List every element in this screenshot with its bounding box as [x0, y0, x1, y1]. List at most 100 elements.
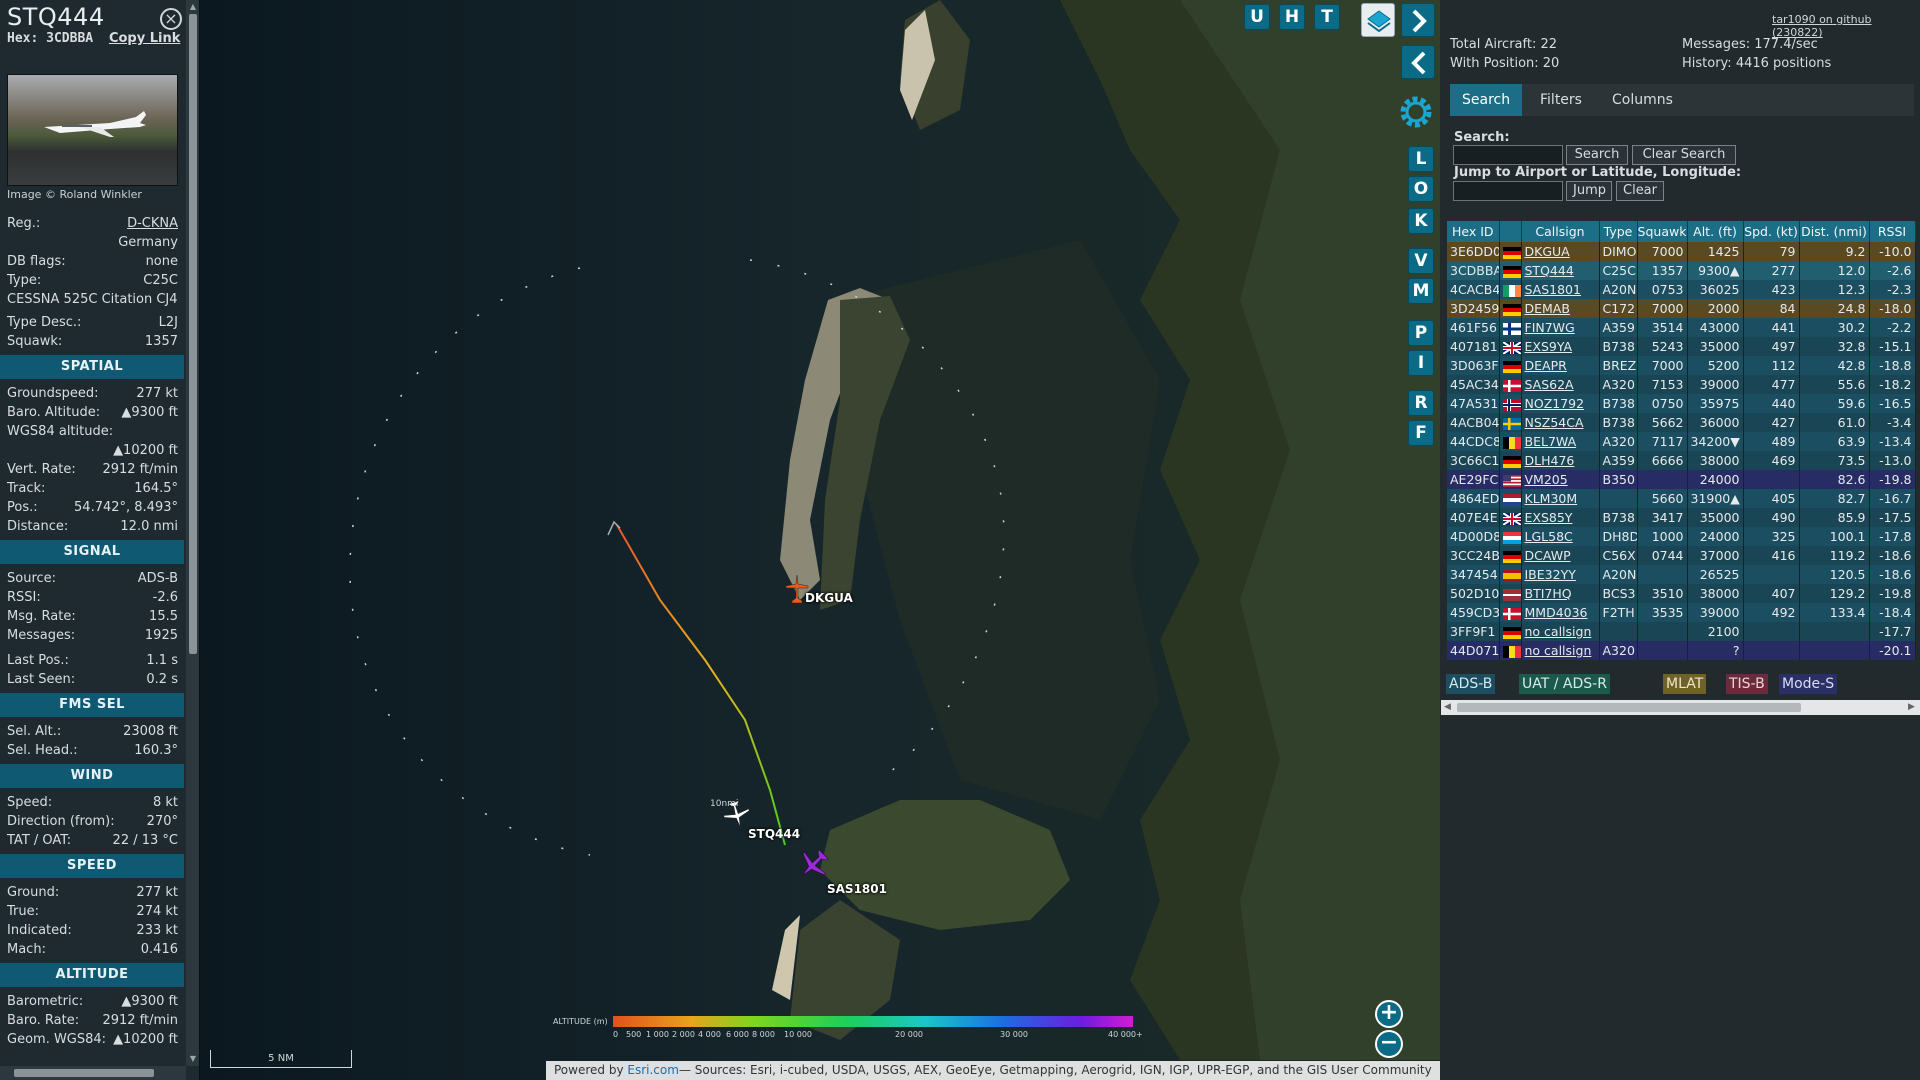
map-button-m[interactable]: M — [1408, 278, 1434, 304]
zoom-out-button[interactable]: − — [1375, 1030, 1403, 1058]
esri-link[interactable]: Esri.com — [627, 1063, 679, 1077]
tab-search[interactable]: Search — [1450, 84, 1522, 116]
close-icon[interactable]: × — [160, 8, 182, 30]
scroll-thumb[interactable] — [1457, 703, 1801, 712]
map-button-l[interactable]: L — [1408, 146, 1434, 172]
callsign-link[interactable]: SAS62A — [1525, 377, 1574, 392]
table-row[interactable]: 461F56 FIN7WG A359 3514 43000 441 30.2 -2.2 — [1447, 318, 1916, 337]
column-header[interactable]: Spd. (kt) — [1743, 221, 1800, 242]
column-header[interactable]: Hex ID — [1447, 221, 1500, 242]
callsign-link[interactable]: EXS9YA — [1525, 339, 1573, 354]
dkgua-label[interactable]: DKGUA — [805, 591, 853, 605]
zoom-in-button[interactable]: + — [1375, 1000, 1403, 1028]
table-row[interactable]: 47A531 NOZ1792 B738 0750 35975 440 59.6 -16.5 — [1447, 394, 1916, 413]
table-row[interactable]: 3D063F DEAPR BREZ 7000 5200 112 42.8 -18.8 — [1447, 356, 1916, 375]
table-row[interactable]: 459CD3 MMD4036 F2TH 3535 39000 492 133.4 -18.4 — [1447, 603, 1916, 622]
scroll-right-icon[interactable]: ▶ — [1908, 702, 1915, 712]
stq444-label[interactable]: STQ444 — [748, 827, 800, 841]
map-button-o[interactable]: O — [1408, 176, 1434, 202]
table-row[interactable]: 407E4E EXS85Y B738 3417 35000 490 85.9 -17.5 — [1447, 508, 1916, 527]
column-header[interactable] — [1499, 221, 1522, 242]
callsign-link[interactable]: DLH476 — [1525, 453, 1575, 468]
scroll-thumb[interactable] — [14, 1069, 154, 1077]
column-header[interactable]: Squawk — [1637, 221, 1688, 242]
map-button-u[interactable]: U — [1244, 4, 1270, 30]
table-horizontal-scrollbar[interactable]: ◀ ▶ — [1441, 700, 1920, 715]
clear-search-button[interactable]: Clear Search — [1632, 145, 1736, 165]
table-row[interactable]: 4CACB4 SAS1801 A20N 0753 36025 423 12.3 -2.3 — [1447, 280, 1916, 299]
callsign-link[interactable]: SAS1801 — [1525, 282, 1581, 297]
column-header[interactable]: Alt. (ft) — [1687, 221, 1744, 242]
map-button-p[interactable]: P — [1408, 320, 1434, 346]
callsign-link[interactable]: NOZ1792 — [1525, 396, 1585, 411]
sas1801-label[interactable]: SAS1801 — [827, 882, 887, 896]
table-row[interactable]: AE29FC VM205 B350 24000 82.6 -19.8 — [1447, 470, 1916, 489]
callsign-link[interactable]: EXS85Y — [1525, 510, 1573, 525]
table-row[interactable]: 3CDBBA STQ444 C25C 1357 9300▲ 277 12.0 -2.6 — [1447, 261, 1916, 280]
table-row[interactable]: 4D00D8 LGL58C DH8D 1000 24000 325 100.1 -17.8 — [1447, 527, 1916, 546]
callsign-link[interactable]: VM205 — [1525, 472, 1568, 487]
layers-icon[interactable] — [1361, 3, 1395, 37]
callsign-link[interactable]: NSZ54CA — [1525, 415, 1584, 430]
map-button-v[interactable]: V — [1408, 248, 1434, 274]
table-row[interactable]: 4ACB04 NSZ54CA B738 5662 36000 427 61.0 -3.4 — [1447, 413, 1916, 432]
callsign-link[interactable]: KLM30M — [1525, 491, 1578, 506]
table-row[interactable]: 347454 IBE32YY A20N 26525 120.5 -18.6 — [1447, 565, 1916, 584]
table-row[interactable]: 3D2459 DEMAB C172 7000 2000 84 24.8 -18.0 — [1447, 299, 1916, 318]
column-header[interactable]: Callsign — [1521, 221, 1600, 242]
copy-link[interactable]: Copy Link — [109, 31, 180, 46]
chevron-left-icon[interactable] — [1401, 45, 1435, 79]
callsign-link[interactable]: DEAPR — [1525, 358, 1567, 373]
clear-jump-button[interactable]: Clear — [1616, 181, 1664, 201]
tab-filters[interactable]: Filters — [1528, 84, 1592, 116]
callsign-link[interactable]: LGL58C — [1525, 529, 1573, 544]
table-row[interactable]: 44D071 no callsign A320? -20.1 — [1447, 641, 1916, 660]
scroll-up-icon[interactable]: ▲ — [188, 2, 198, 12]
table-row[interactable]: 44CDC8 BEL7WA A320 7117 34200▼ 489 63.9 -13.4 — [1447, 432, 1916, 451]
aircraft-photo[interactable] — [7, 74, 178, 186]
info-horizontal-scrollbar[interactable] — [0, 1066, 186, 1080]
table-row[interactable]: 45AC34 SAS62A A320 7153 39000 477 55.6 -18.2 — [1447, 375, 1916, 394]
scroll-left-icon[interactable]: ◀ — [1444, 702, 1451, 712]
map-button-f[interactable]: F — [1408, 420, 1434, 446]
scroll-down-icon[interactable]: ▼ — [188, 1054, 198, 1064]
search-input[interactable] — [1453, 145, 1563, 165]
callsign-link[interactable]: FIN7WG — [1525, 320, 1575, 335]
table-row[interactable]: 407181 EXS9YA B738 5243 35000 497 32.8 -15.1 — [1447, 337, 1916, 356]
table-row[interactable]: 502D10 BTI7HQ BCS3 3510 38000 407 129.2 -19.8 — [1447, 584, 1916, 603]
table-row[interactable]: 4864ED KLM30M 5660 31900▲ 405 82.7 -16.7 — [1447, 489, 1916, 508]
map-button-h[interactable]: H — [1279, 4, 1305, 30]
jump-button[interactable]: Jump — [1566, 181, 1612, 201]
satellite-map[interactable] — [200, 0, 1440, 1080]
map-button-i[interactable]: I — [1408, 350, 1434, 376]
map-button-k[interactable]: K — [1408, 208, 1434, 234]
map-button-r[interactable]: R — [1408, 390, 1434, 416]
info-row-value[interactable]: D-CKNA — [127, 215, 178, 233]
table-row[interactable]: 3E6DD0 DKGUA DIMO 7000 1425 79 9.2 -10.0 — [1447, 242, 1916, 261]
callsign-link[interactable]: DKGUA — [1525, 244, 1570, 259]
info-vertical-scrollbar[interactable]: ▲ ▼ — [186, 0, 199, 1066]
sas1801-aircraft-icon[interactable] — [796, 848, 830, 882]
column-header[interactable]: Type — [1599, 221, 1638, 242]
table-row[interactable]: 3C66C1 DLH476 A359 6666 38000 469 73.5 -13.0 — [1447, 451, 1916, 470]
map-button-t[interactable]: T — [1314, 4, 1340, 30]
table-row[interactable]: 3FF9F1 no callsign 2100 -17.7 — [1447, 622, 1916, 641]
callsign-link[interactable]: BTI7HQ — [1525, 586, 1572, 601]
scroll-thumb[interactable] — [189, 14, 197, 654]
tab-columns[interactable]: Columns — [1600, 84, 1684, 116]
search-button[interactable]: Search — [1566, 145, 1628, 165]
jump-input[interactable] — [1453, 181, 1563, 201]
callsign-link[interactable]: DEMAB — [1525, 301, 1570, 316]
callsign-link[interactable]: IBE32YY — [1525, 567, 1576, 582]
chevron-right-icon[interactable] — [1401, 3, 1435, 37]
map-view[interactable]: DKGUA STQ444 SAS1801 10nmi U H T LOKVMPI… — [200, 0, 1440, 1080]
column-header[interactable]: RSSI — [1869, 221, 1916, 242]
settings-gear-icon[interactable] — [1394, 90, 1438, 134]
column-header[interactable]: Dist. (nmi) — [1799, 221, 1870, 242]
callsign-link[interactable]: STQ444 — [1525, 263, 1574, 278]
callsign-link[interactable]: MMD4036 — [1525, 605, 1588, 620]
callsign-link[interactable]: no callsign — [1525, 624, 1592, 639]
callsign-link[interactable]: no callsign — [1525, 643, 1592, 658]
callsign-link[interactable]: DCAWP — [1525, 548, 1571, 563]
table-row[interactable]: 3CC24B DCAWP C56X 0744 37000 416 119.2 -18.6 — [1447, 546, 1916, 565]
